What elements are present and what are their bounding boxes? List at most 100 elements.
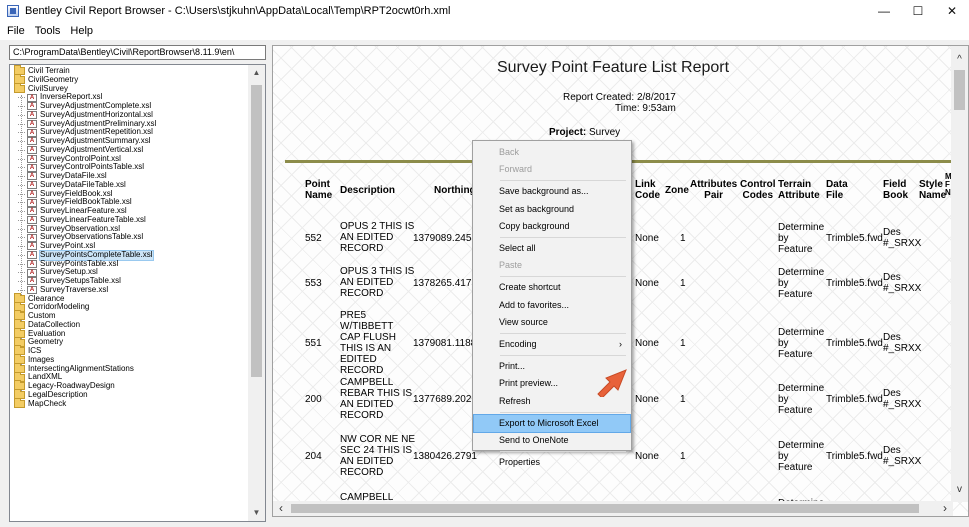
minimize-button[interactable]: — xyxy=(867,0,901,22)
header-text: Field xyxy=(883,179,907,190)
cell-terrain-attribute: by xyxy=(778,277,789,289)
report-horizontal-scrollbar[interactable]: ‹ › xyxy=(273,501,953,516)
menu-item-label: Add to favorites... xyxy=(499,299,570,310)
scroll-thumb[interactable] xyxy=(954,70,965,110)
header-text: Terrain xyxy=(778,179,812,190)
cell-data-file: Trimble5.fwd xyxy=(826,338,883,349)
xsl-file-icon: A xyxy=(27,102,37,111)
window-controls: — ☐ ✕ xyxy=(867,0,969,22)
tree-scrollbar[interactable]: ▲ ▼ xyxy=(248,65,265,521)
cell-point-name: 200 xyxy=(305,394,322,405)
tree-item[interactable]: Geometry xyxy=(10,336,248,347)
menu-item-export-to-microsoft-excel[interactable]: Export to Microsoft Excel xyxy=(473,413,631,433)
cell-link-code: None xyxy=(635,338,659,349)
menu-item-back: Back xyxy=(474,144,630,161)
xsl-file-icon: A xyxy=(27,216,37,225)
menu-item-set-as-background[interactable]: Set as background xyxy=(474,201,630,218)
report-vertical-scrollbar[interactable]: ^ v xyxy=(951,46,968,502)
menu-separator xyxy=(500,180,626,182)
menu-item-select-all[interactable]: Select all xyxy=(474,240,630,257)
header-text: Attributes xyxy=(690,179,738,190)
menu-item-label: Print preview... xyxy=(499,378,559,389)
title-bar: Bentley Civil Report Browser - C:\Users\… xyxy=(0,0,969,22)
menu-separator xyxy=(500,237,626,238)
header-text: Point xyxy=(305,179,330,190)
menu-item-label: Set as background xyxy=(499,203,575,214)
cell-description: CAMPBELL xyxy=(340,377,394,388)
xsl-file-icon: A xyxy=(27,172,37,181)
menu-separator xyxy=(500,276,626,278)
scroll-up-icon[interactable]: ▲ xyxy=(248,65,265,81)
cell-point-name: 551 xyxy=(305,338,322,349)
project-value: Survey xyxy=(589,127,621,138)
maximize-button[interactable]: ☐ xyxy=(901,0,935,22)
header-style-name: Style Name xyxy=(919,179,946,201)
header-link-code: Link Code xyxy=(635,179,660,201)
report-created: Report Created: 2/8/2017 xyxy=(563,92,676,103)
cell-description: AN EDITED xyxy=(340,456,394,467)
scroll-thumb[interactable] xyxy=(291,504,919,513)
header-text: Attribute xyxy=(778,190,820,201)
header-attributes-pair: Attributes Pair xyxy=(690,179,737,201)
xsl-file-icon: A xyxy=(27,224,37,233)
menu-help[interactable]: Help xyxy=(65,25,98,37)
scroll-thumb[interactable] xyxy=(251,85,262,377)
cell-terrain-attribute: by xyxy=(778,451,789,462)
menu-item-view-source[interactable]: View source xyxy=(474,314,630,331)
report-created-label: Report Created: xyxy=(563,92,635,103)
xsl-file-icon: A xyxy=(27,181,37,190)
chevron-right-icon: › xyxy=(619,339,622,349)
folder-path-field[interactable]: C:\ProgramData\Bentley\Civil\ReportBrows… xyxy=(9,45,266,60)
xsl-file-icon: A xyxy=(27,277,37,286)
chevron-up-icon[interactable]: ^ xyxy=(951,52,968,68)
xsl-file-icon: A xyxy=(27,242,37,251)
tree-item[interactable]: MapCheck xyxy=(10,397,248,409)
folder-icon xyxy=(14,397,25,408)
header-field-book: Field Book xyxy=(883,179,908,201)
menu-item-create-shortcut[interactable]: Create shortcut xyxy=(474,279,630,296)
menu-item-send-to-onenote[interactable]: Send to OneNote xyxy=(474,432,630,449)
cell-description: AN EDITED xyxy=(340,277,394,288)
header-text: Pair xyxy=(704,190,724,201)
cell-description: RECORD xyxy=(340,410,384,421)
header-text: Link xyxy=(635,179,656,190)
cell-field-book: #_SRXX xyxy=(883,456,922,467)
xsl-file-icon: A xyxy=(27,163,37,172)
cell-zone: 1 xyxy=(680,338,686,349)
menu-item-label: Properties xyxy=(499,457,541,468)
report-tree[interactable]: Civil Terrain CivilGeometry CivilSurvey A In… xyxy=(9,64,266,522)
header-control-codes: Control Codes xyxy=(740,179,776,201)
menu-item-add-to-favorites[interactable]: Add to favorites... xyxy=(474,297,630,314)
menu-item-encoding[interactable]: Encoding › xyxy=(474,336,630,353)
cell-point-name: 552 xyxy=(305,232,322,244)
header-text: Book xyxy=(883,190,908,201)
cell-description: W/TIBBETT xyxy=(340,321,394,332)
chevron-down-icon[interactable]: v xyxy=(951,482,968,498)
chevron-right-icon[interactable]: › xyxy=(937,501,953,516)
scroll-down-icon[interactable]: ▼ xyxy=(248,505,265,521)
menu-item-copy-background[interactable]: Copy background xyxy=(474,218,630,235)
cell-northing: 1379081.1188 xyxy=(413,338,477,349)
header-text: Control xyxy=(740,179,776,190)
report-time: Time: 9:53am xyxy=(615,103,676,114)
menu-item-save-background-as[interactable]: Save background as... xyxy=(474,183,630,200)
close-button[interactable]: ✕ xyxy=(935,0,969,22)
menu-item-label: View source xyxy=(499,316,548,327)
folder-open-icon xyxy=(14,82,25,93)
menu-item-properties[interactable]: Properties xyxy=(474,454,630,471)
menu-tools[interactable]: Tools xyxy=(30,25,66,37)
cell-description: REBAR THIS IS xyxy=(340,388,413,399)
cell-terrain-attribute: Feature xyxy=(778,288,813,300)
cell-field-book: #_SRXX xyxy=(883,343,922,354)
xsl-file-icon: A xyxy=(27,128,37,137)
cell-terrain-attribute: Determine xyxy=(778,383,825,394)
xsl-file-icon: A xyxy=(27,146,37,155)
menu-separator xyxy=(500,333,626,334)
menu-file[interactable]: File xyxy=(2,25,30,37)
cell-description: THIS IS AN xyxy=(340,343,392,354)
cell-description: OPUS 2 THIS IS xyxy=(340,221,415,232)
chevron-left-icon[interactable]: ‹ xyxy=(273,501,289,516)
report-time-label: Time: xyxy=(615,103,640,114)
cell-description: NW COR NE NE xyxy=(340,434,415,445)
cell-zone: 1 xyxy=(680,277,686,289)
